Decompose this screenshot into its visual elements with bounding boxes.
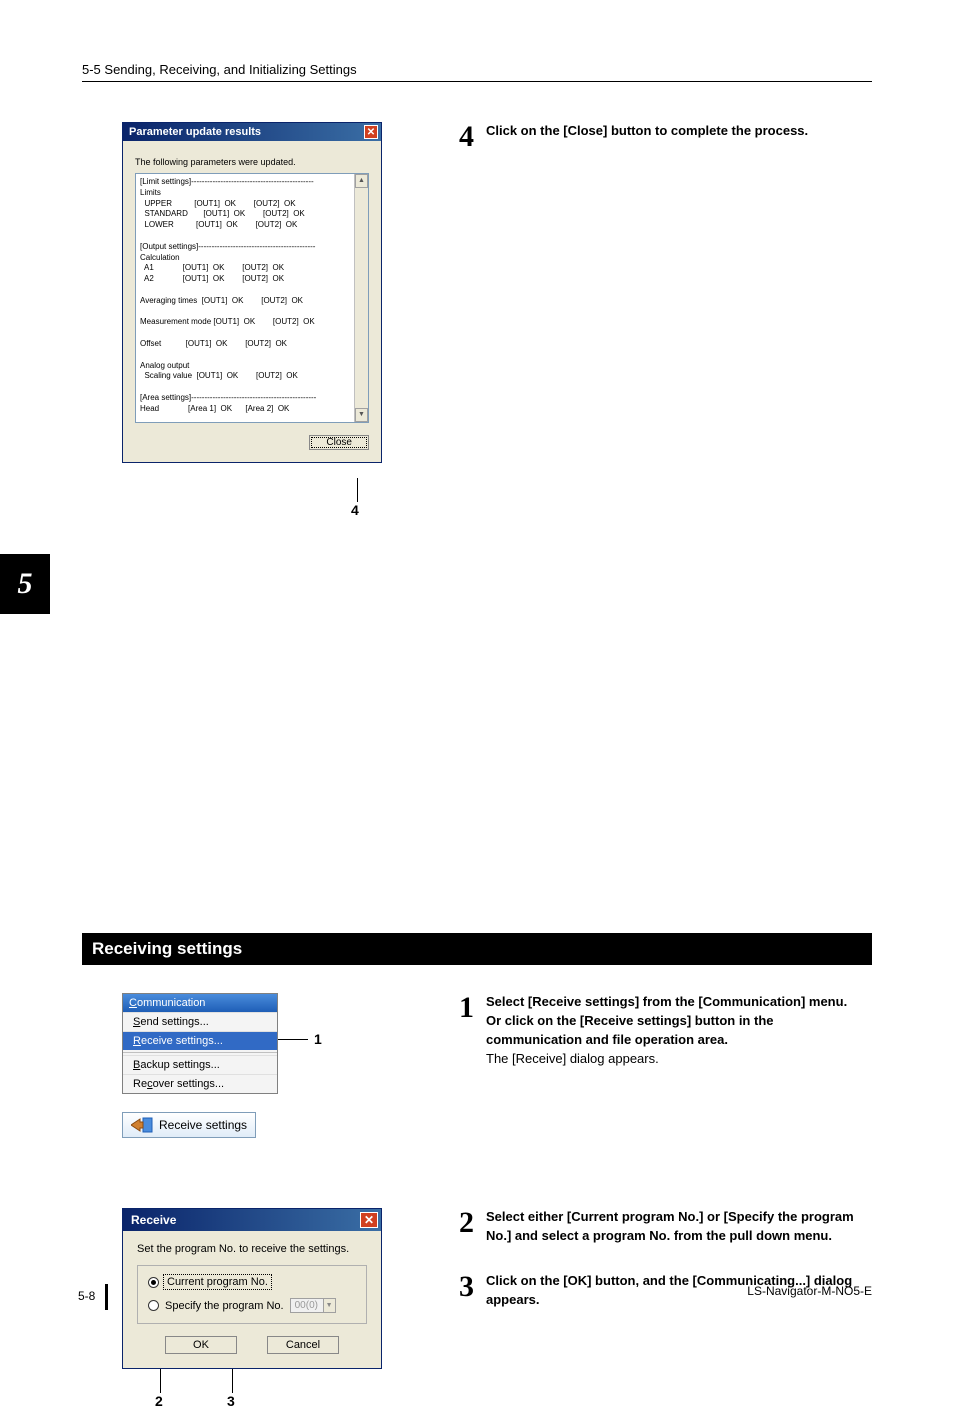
step2-text: Select either [Current program No.] or [… (486, 1209, 854, 1243)
callout-2: 2 (155, 1393, 163, 1409)
results-text: [Limit settings]------------------------… (140, 177, 364, 415)
callout-1: 1 (314, 1031, 322, 1047)
page-header: 5-5 Sending, Receiving, and Initializing… (82, 62, 872, 82)
dialog-titlebar[interactable]: Receive ✕ (123, 1209, 381, 1231)
page-number: 5-8 (78, 1289, 95, 1303)
arrow-left-icon (131, 1117, 153, 1133)
scrollbar[interactable]: ▲ ▼ (354, 174, 368, 422)
step-1: 1 Select [Receive settings] from the [Co… (442, 993, 872, 1068)
step-number: 2 (442, 1208, 486, 1246)
cancel-button[interactable]: Cancel (267, 1336, 339, 1354)
dialog-intro: The following parameters were updated. (135, 157, 369, 167)
scroll-down-icon[interactable]: ▼ (355, 408, 368, 422)
toolbtn-label: Receive settings (159, 1118, 247, 1132)
receive-settings-button[interactable]: Receive settings (122, 1112, 256, 1138)
close-icon[interactable]: ✕ (360, 1212, 378, 1228)
page-footer: 5-8 LS-Navigator-M-NO5-E (78, 1284, 872, 1310)
step-2: 2 Select either [Current program No.] or… (442, 1208, 872, 1246)
dialog-title: Receive (131, 1213, 176, 1227)
parameter-update-dialog: Parameter update results ✕ The following… (122, 122, 382, 463)
step-number: 1 (442, 993, 486, 1068)
dialog-titlebar[interactable]: Parameter update results ✕ (123, 123, 381, 141)
menu-item-backup[interactable]: Backup settings... (123, 1055, 277, 1074)
doc-id: LS-Navigator-M-NO5-E (747, 1284, 872, 1310)
close-icon[interactable]: ✕ (364, 125, 378, 139)
results-list: [Limit settings]------------------------… (135, 173, 369, 423)
dialog-instruction: Set the program No. to receive the setti… (137, 1243, 367, 1255)
step1-text-b: Or click on the [Receive settings] butto… (486, 1012, 872, 1050)
menu-item-send[interactable]: Send settings... (123, 1012, 277, 1031)
communication-menu: Communication Send settings... Receive s… (122, 993, 278, 1094)
close-button[interactable]: Close (309, 435, 369, 450)
breadcrumb: 5-5 Sending, Receiving, and Initializing… (82, 62, 357, 77)
callout-3: 3 (227, 1393, 235, 1409)
menu-title[interactable]: Communication (123, 994, 277, 1012)
step-4: 4 Click on the [Close] button to complet… (442, 122, 872, 152)
step1-text-a: Select [Receive settings] from the [Comm… (486, 993, 872, 1012)
menu-item-receive[interactable]: Receive settings... (123, 1031, 277, 1050)
scroll-up-icon[interactable]: ▲ (355, 174, 368, 188)
section-heading: Receiving settings (82, 933, 872, 965)
section-title: Receiving settings (92, 939, 242, 959)
menu-item-recover[interactable]: Recover settings... (123, 1074, 277, 1093)
ok-button[interactable]: OK (165, 1336, 237, 1354)
step-number: 4 (442, 122, 486, 152)
step-text: Click on the [Close] button to complete … (486, 123, 808, 138)
callout-4: 4 (351, 502, 359, 518)
dialog-title: Parameter update results (129, 126, 261, 138)
step1-text-c: The [Receive] dialog appears. (486, 1050, 872, 1069)
